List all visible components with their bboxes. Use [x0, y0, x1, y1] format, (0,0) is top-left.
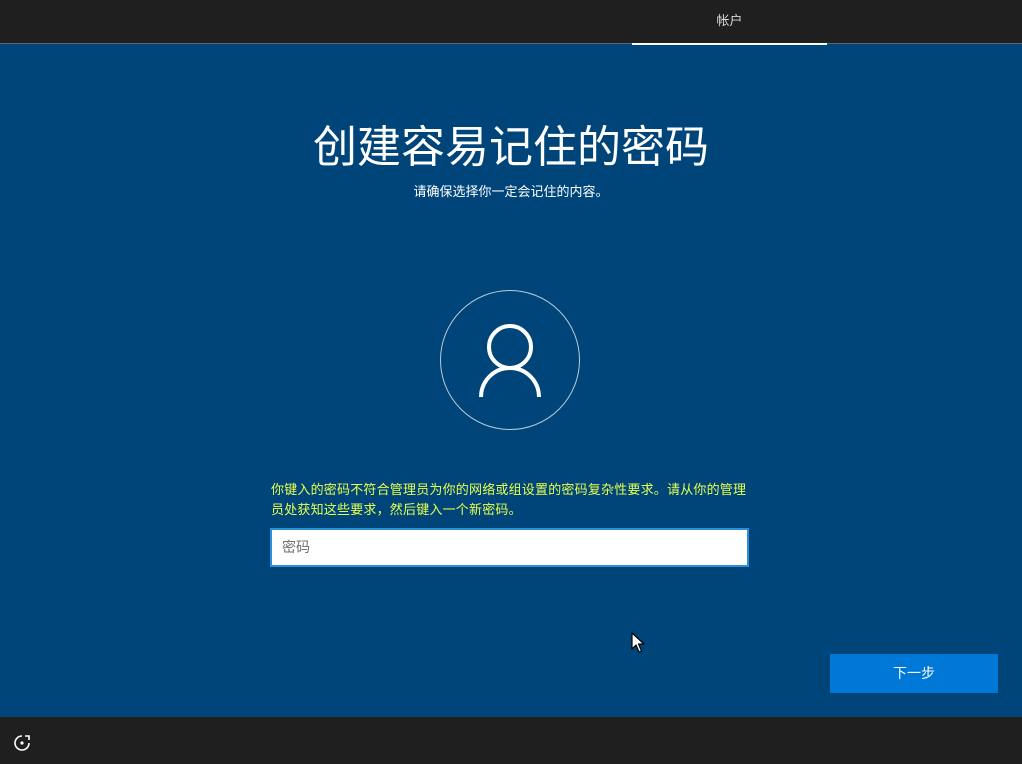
page-title: 创建容易记住的密码: [313, 122, 709, 173]
mouse-cursor-icon: [631, 632, 645, 653]
password-input[interactable]: [270, 528, 749, 567]
page-subtitle: 请确保选择你一定会记住的内容。: [413, 185, 609, 200]
user-icon: [479, 324, 541, 398]
password-error-message: 你键入的密码不符合管理员为你的网络或组设置的密码复杂性要求。请从你的管理员处获知…: [271, 483, 747, 518]
avatar: [440, 290, 580, 430]
next-button[interactable]: 下一步: [830, 654, 998, 693]
accessibility-icon[interactable]: [12, 733, 32, 753]
bottom-bar: [0, 717, 1022, 764]
oobe-screen: 帐户 创建容易记住的密码 请确保选择你一定会记住的内容。 你键入的密码不符合管理…: [0, 0, 1022, 764]
tab-account[interactable]: 帐户: [632, 0, 827, 45]
top-bar: 帐户: [0, 0, 1022, 45]
